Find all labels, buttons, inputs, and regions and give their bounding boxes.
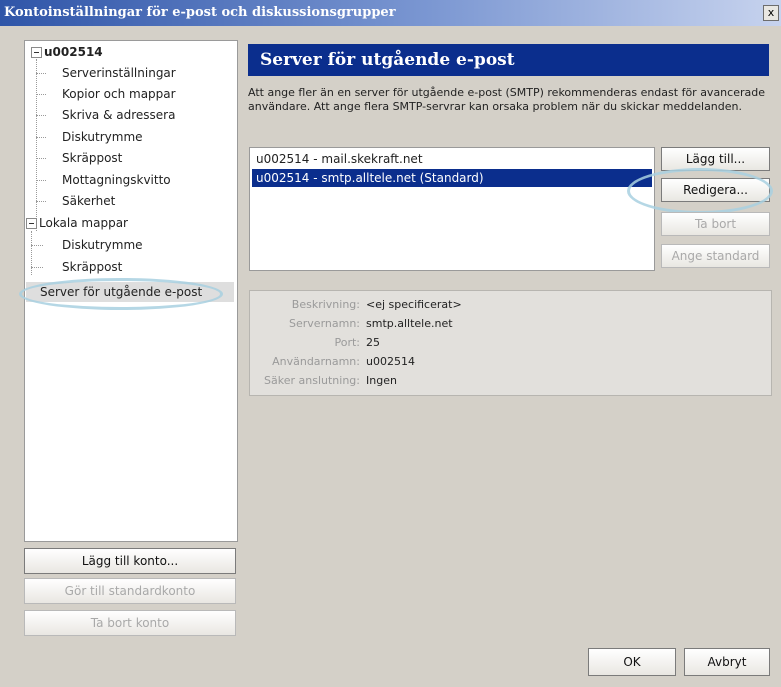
- tree-item-disk-space[interactable]: Diskutrymme: [62, 127, 143, 147]
- panel-header: Server för utgående e-post: [248, 44, 769, 76]
- server-details: Beskrivning: <ej specificerat> Servernam…: [249, 290, 772, 396]
- cancel-button[interactable]: Avbryt: [684, 648, 770, 676]
- panel-description: Att ange fler än en server för utgående …: [248, 86, 765, 113]
- window-title: Kontoinställningar för e-post och diskus…: [4, 5, 396, 20]
- tree-connector: [36, 137, 46, 138]
- tree-connector: [36, 115, 46, 116]
- tree-connector: [36, 73, 46, 74]
- close-button[interactable]: x: [763, 5, 779, 21]
- collapse-icon[interactable]: [31, 47, 42, 58]
- detail-value: smtp.alltele.net: [366, 317, 453, 330]
- tree-connector: [31, 231, 32, 275]
- edit-highlight-annotation: [627, 168, 773, 214]
- tree-item-junk[interactable]: Skräppost: [62, 148, 122, 168]
- ok-button[interactable]: OK: [588, 648, 676, 676]
- tree-local-folders[interactable]: Lokala mappar: [39, 213, 128, 233]
- list-item-server[interactable]: u002514 - mail.skekraft.net: [252, 150, 423, 168]
- tree-item-server-settings[interactable]: Serverinställningar: [62, 63, 176, 83]
- tree-connector: [31, 245, 43, 246]
- tree-item-compose[interactable]: Skriva & adressera: [62, 105, 175, 125]
- account-settings-dialog: Kontoinställningar för e-post och diskus…: [0, 0, 781, 687]
- tree-connector: [36, 201, 46, 202]
- collapse-icon[interactable]: [26, 218, 37, 229]
- detail-value: u002514: [366, 355, 415, 368]
- remove-account-button[interactable]: Ta bort konto: [24, 610, 236, 636]
- tree-connector: [36, 158, 46, 159]
- account-tree[interactable]: u002514 Serverinställningar Kopior och m…: [19, 40, 238, 542]
- detail-label: Säker anslutning:: [264, 374, 360, 387]
- title-bar: Kontoinställningar för e-post och diskus…: [0, 0, 781, 26]
- remove-server-button[interactable]: Ta bort: [661, 212, 770, 236]
- detail-value: <ej specificerat>: [366, 298, 462, 311]
- detail-label: Servernamn:: [289, 317, 360, 330]
- tree-item-security[interactable]: Säkerhet: [62, 191, 115, 211]
- tree-connector: [36, 94, 46, 95]
- detail-label: Beskrivning:: [291, 298, 360, 311]
- make-default-account-button[interactable]: Gör till standardkonto: [24, 578, 236, 604]
- detail-value: Ingen: [366, 374, 397, 387]
- add-account-button[interactable]: Lägg till konto...: [24, 548, 236, 574]
- tree-item-copies-folders[interactable]: Kopior och mappar: [62, 84, 176, 104]
- tree-item-local-disk-space[interactable]: Diskutrymme: [62, 235, 143, 255]
- detail-value: 25: [366, 336, 380, 349]
- add-server-button[interactable]: Lägg till...: [661, 147, 770, 171]
- list-item-server-selected[interactable]: u002514 - smtp.alltele.net (Standard): [252, 169, 652, 187]
- tree-connector: [36, 59, 37, 231]
- tree-connector: [31, 267, 43, 268]
- smtp-server-list[interactable]: u002514 - mail.skekraft.net u002514 - sm…: [249, 147, 655, 271]
- tree-highlight-annotation: [19, 278, 223, 310]
- set-default-server-button[interactable]: Ange standard: [661, 244, 770, 268]
- detail-label: Port:: [334, 336, 360, 349]
- tree-item-local-junk[interactable]: Skräppost: [62, 257, 122, 277]
- detail-label: Användarnamn:: [272, 355, 360, 368]
- tree-item-receipts[interactable]: Mottagningskvitto: [62, 170, 171, 190]
- tree-connector: [36, 180, 46, 181]
- tree-account[interactable]: u002514: [44, 42, 103, 62]
